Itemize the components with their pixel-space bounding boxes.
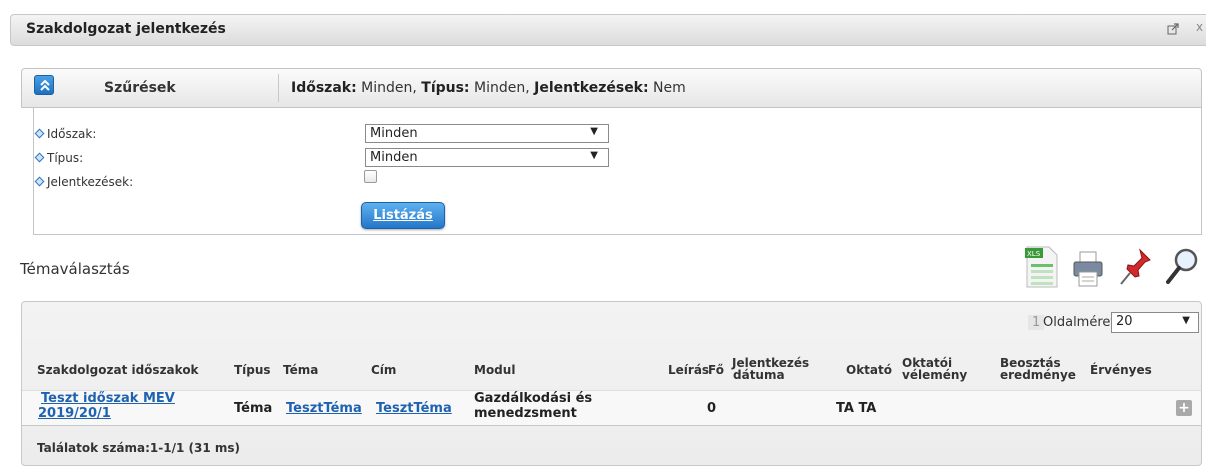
idoszak-link[interactable]: Teszt időszak MEV 2019/20/1 bbox=[38, 391, 175, 421]
summary-value: Minden, bbox=[469, 80, 535, 96]
column-header[interactable]: Cím bbox=[371, 364, 396, 376]
column-header[interactable]: Beosztás eredménye bbox=[1000, 357, 1076, 381]
svg-text:XLS: XLS bbox=[1027, 250, 1041, 258]
dropdown-arrow-icon: ▼ bbox=[1182, 315, 1190, 326]
summary-key: Időszak: bbox=[291, 80, 357, 96]
column-header[interactable]: Téma bbox=[283, 364, 318, 376]
column-header[interactable]: Jelentkezés dátuma bbox=[732, 357, 809, 381]
page-size-label: Oldalméret bbox=[1043, 315, 1116, 330]
chevron-up-double-icon[interactable] bbox=[34, 75, 54, 95]
dropdown-arrow-icon: ▼ bbox=[590, 126, 598, 137]
diamond-icon bbox=[34, 128, 45, 139]
field-label: Jelentkezések: bbox=[47, 175, 134, 189]
filter-divider bbox=[278, 74, 279, 102]
plus-icon[interactable]: + bbox=[1176, 400, 1192, 416]
select-value: Minden bbox=[370, 126, 418, 141]
idoszak-select[interactable]: Minden ▼ bbox=[365, 124, 609, 143]
summary-value: Nem bbox=[648, 80, 686, 96]
tema-link[interactable]: TesztTéma bbox=[286, 401, 362, 416]
header-line: vélemény bbox=[902, 368, 968, 382]
pin-icon[interactable] bbox=[1116, 244, 1156, 290]
popout-icon[interactable] bbox=[1167, 23, 1179, 35]
section-title: Témaválasztás bbox=[20, 260, 130, 278]
cell-fo: 0 bbox=[707, 401, 717, 416]
header-line: dátuma bbox=[733, 368, 785, 382]
tipus-select[interactable]: Minden ▼ bbox=[365, 148, 609, 167]
link-line: Teszt időszak MEV bbox=[41, 391, 175, 406]
diamond-icon bbox=[34, 176, 45, 187]
select-value: 20 bbox=[1116, 314, 1133, 329]
column-header[interactable]: Modul bbox=[474, 364, 515, 376]
column-header[interactable]: Szakdolgozat időszakok bbox=[37, 364, 199, 376]
link-line: 2019/20/1 bbox=[38, 406, 111, 421]
field-label: Időszak: bbox=[47, 127, 97, 141]
xls-export-icon[interactable]: XLS bbox=[1022, 244, 1062, 290]
page-number[interactable]: 1 bbox=[1028, 315, 1045, 330]
column-header[interactable]: Érvényes bbox=[1090, 364, 1152, 376]
filter-label-idoszak: Időszak: bbox=[34, 127, 97, 141]
select-value: Minden bbox=[370, 150, 418, 165]
filter-panel-label[interactable]: Szűrések bbox=[104, 80, 176, 96]
jelentkezesek-checkbox[interactable] bbox=[364, 170, 377, 183]
print-icon[interactable] bbox=[1068, 244, 1108, 290]
column-header[interactable]: Leírás bbox=[668, 364, 709, 376]
search-icon[interactable] bbox=[1162, 244, 1202, 290]
summary-key: Jelentkezések: bbox=[534, 80, 649, 96]
cell-oktato: TA TA bbox=[836, 401, 877, 416]
column-header[interactable]: Fő bbox=[708, 364, 724, 376]
filter-body bbox=[33, 108, 1202, 235]
cell-line: Gazdálkodási és bbox=[474, 391, 593, 406]
header-line: eredménye bbox=[1000, 368, 1076, 382]
table-row bbox=[22, 390, 1201, 426]
diamond-icon bbox=[34, 152, 45, 163]
dropdown-arrow-icon: ▼ bbox=[590, 150, 598, 161]
results-count: Találatok száma:1-1/1 (31 ms) bbox=[37, 441, 241, 455]
cell-line: menedzsment bbox=[474, 406, 577, 421]
column-header[interactable]: Típus bbox=[234, 364, 271, 376]
filter-label-jelentkezesek: Jelentkezések: bbox=[34, 175, 134, 189]
summary-value: Minden, bbox=[356, 80, 422, 96]
page-size-select[interactable]: 20 ▼ bbox=[1111, 312, 1199, 333]
filter-label-tipus: Típus: bbox=[34, 151, 84, 165]
filter-summary: Időszak: Minden, Típus: Minden, Jelentke… bbox=[291, 80, 686, 96]
field-label: Típus: bbox=[47, 151, 84, 165]
cim-link[interactable]: TesztTéma bbox=[376, 401, 452, 416]
cell-tipus: Téma bbox=[234, 401, 273, 416]
column-header[interactable]: Oktató bbox=[846, 364, 892, 376]
window-title: Szakdolgozat jelentkezés bbox=[26, 21, 226, 37]
close-icon[interactable]: x bbox=[1196, 20, 1203, 34]
list-button[interactable]: Listázás bbox=[361, 202, 445, 229]
cell-modul: Gazdálkodási és menedzsment bbox=[474, 391, 592, 421]
summary-key: Típus: bbox=[421, 80, 470, 96]
column-header[interactable]: Oktatói vélemény bbox=[902, 357, 967, 381]
